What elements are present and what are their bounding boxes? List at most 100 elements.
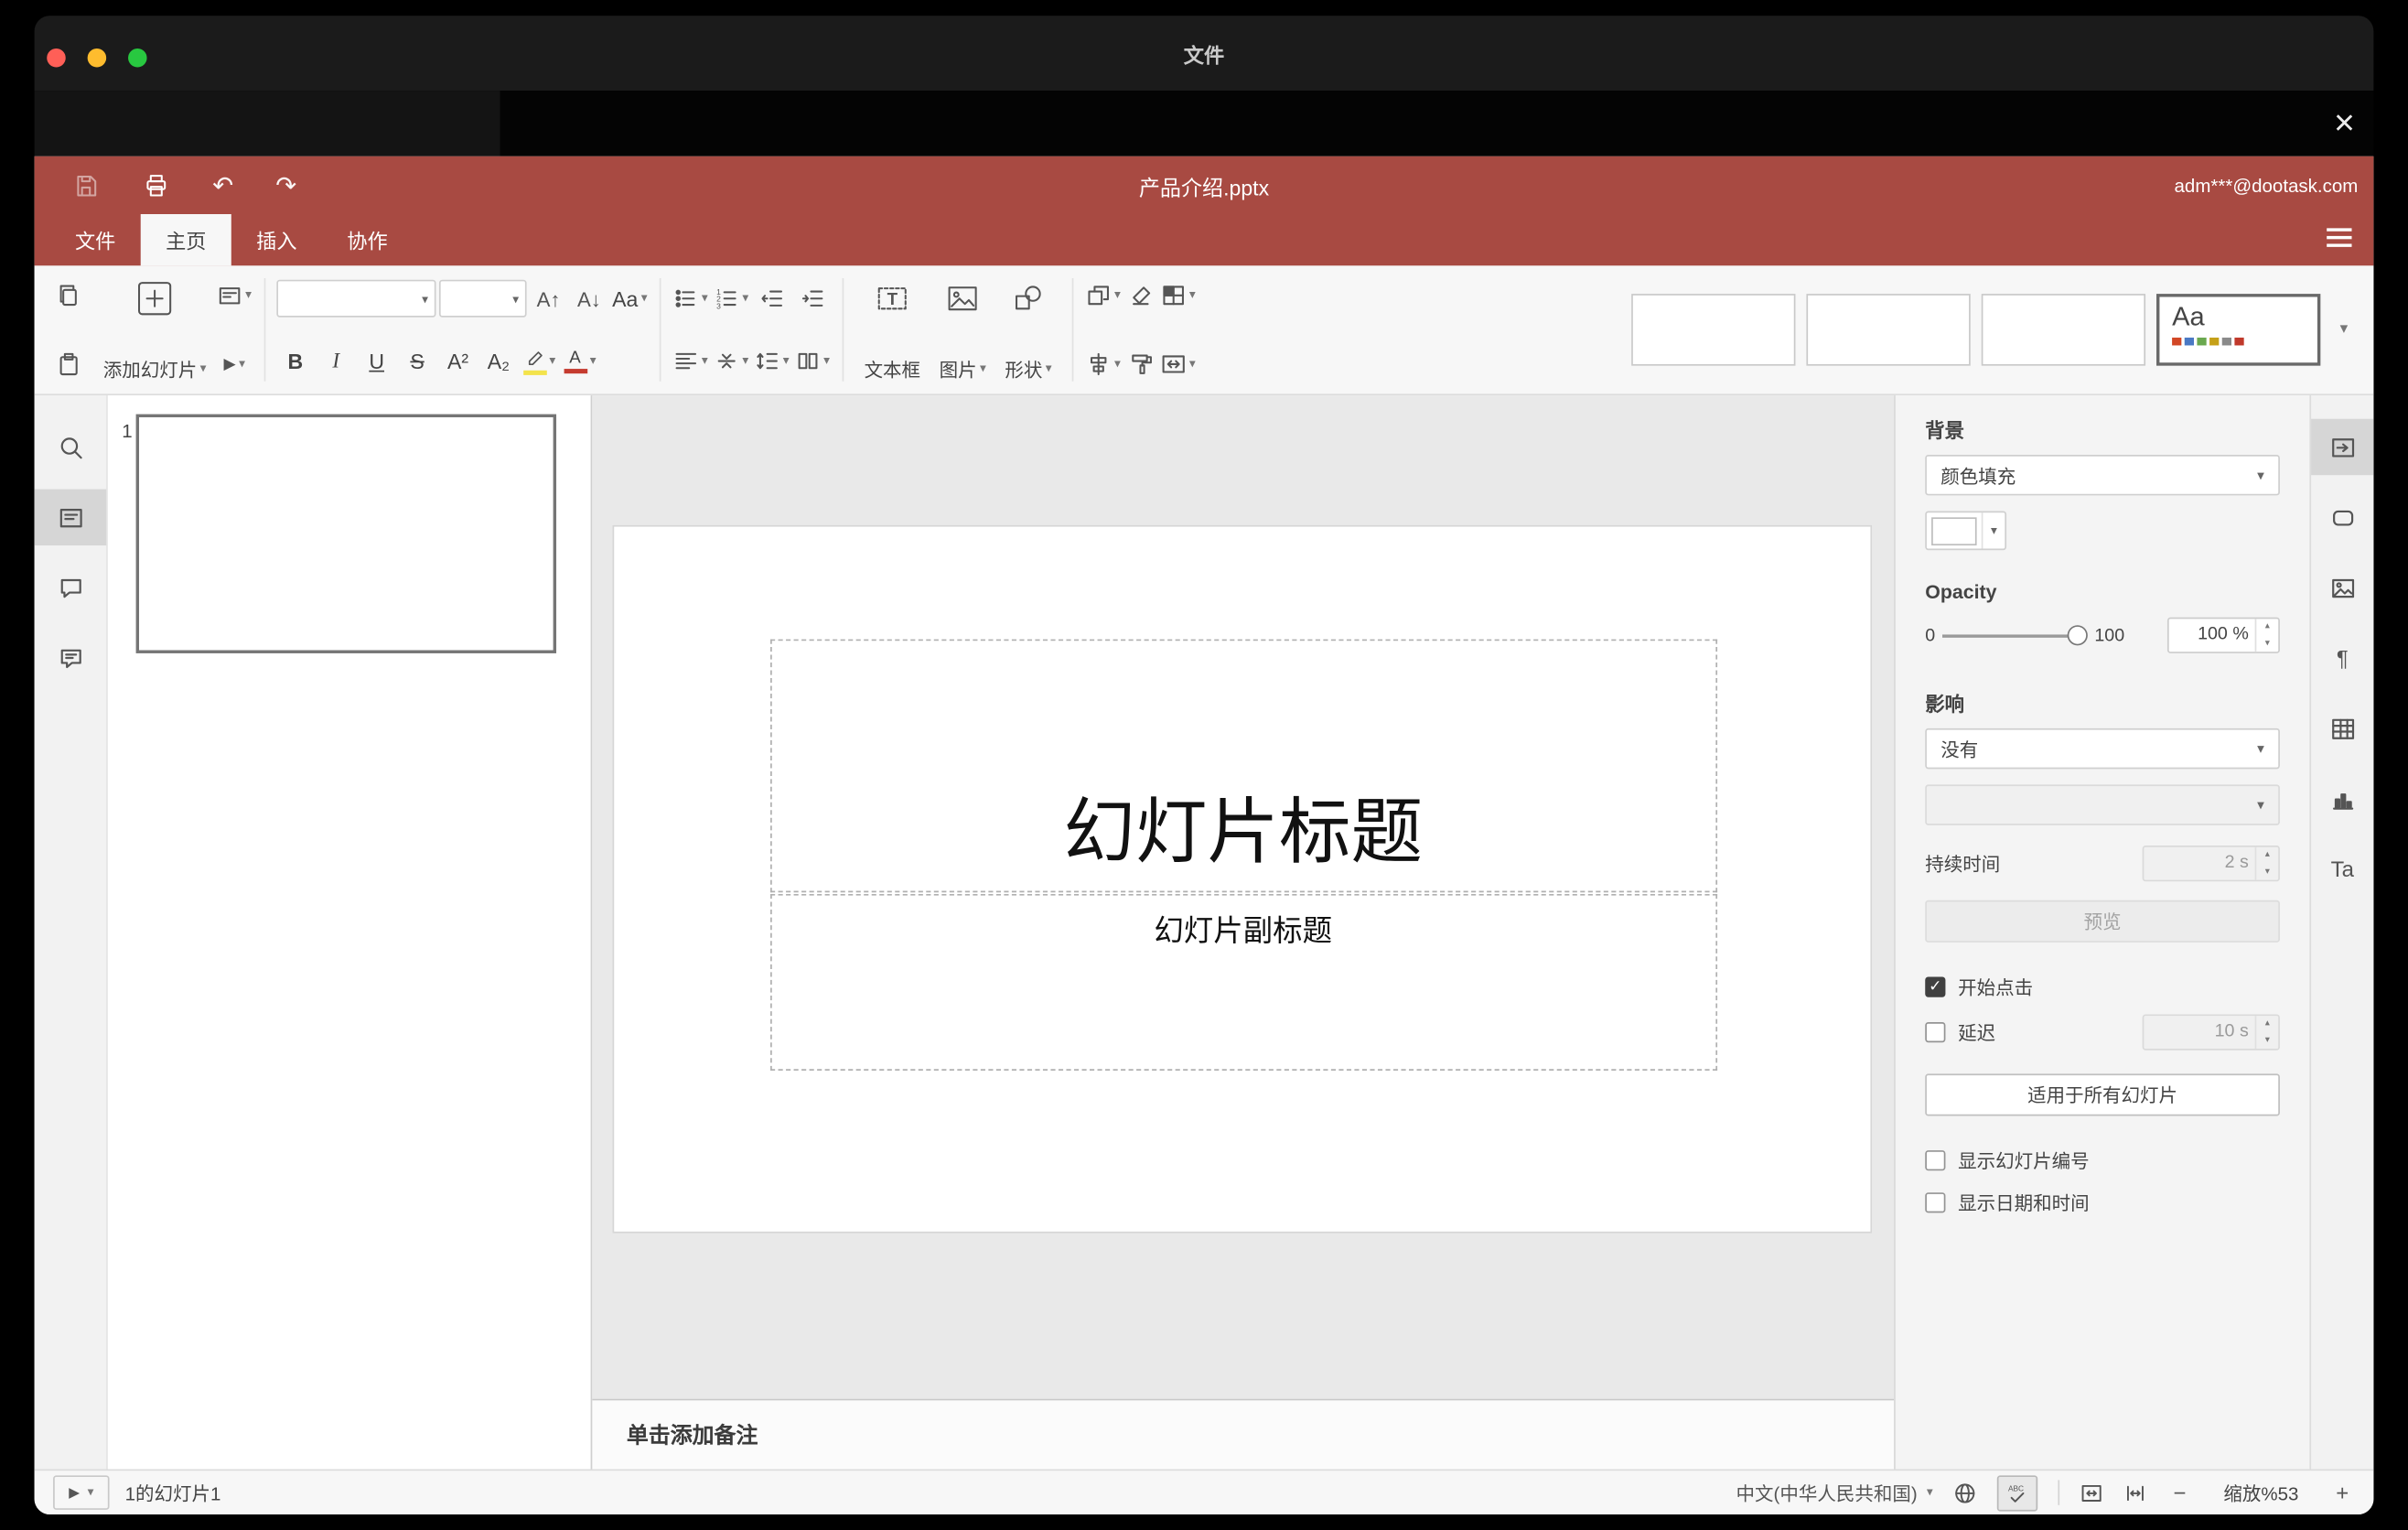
columns-button[interactable]: ▾ [794, 340, 832, 381]
slide-1-thumbnail[interactable] [135, 414, 557, 653]
document-language-icon[interactable] [1953, 1481, 1977, 1504]
increase-indent-button[interactable] [794, 278, 832, 318]
font-color-button[interactable]: A ▾ [561, 340, 598, 381]
tab-insert[interactable]: 插入 [231, 214, 322, 265]
strikethrough-button[interactable]: S [399, 340, 436, 381]
copy-style-button[interactable] [1123, 344, 1160, 384]
fit-width-icon[interactable] [2123, 1481, 2147, 1504]
transition-effect-select[interactable]: 没有 ▾ [1925, 727, 2280, 770]
tab-home[interactable]: 主页 [140, 213, 231, 266]
slide-layout-button[interactable]: ▾ [216, 275, 253, 316]
theme-thumbnail[interactable] [1631, 294, 1796, 366]
theme-thumbnail[interactable] [1806, 294, 1971, 366]
copy-button[interactable] [50, 275, 88, 316]
arrange-shapes-button[interactable]: ▾ [1085, 275, 1123, 316]
theme-thumbnail-selected[interactable]: Aa [2156, 294, 2321, 366]
slide-title-text[interactable]: 幻灯片标题 [1063, 775, 1423, 878]
opacity-slider-knob[interactable] [2068, 624, 2089, 645]
status-bar: ▶ ▾ 1的幻灯片1 中文(中华人民共和国) ▾ ABC − 缩放%53 + [34, 1469, 2374, 1515]
opacity-label: Opacity [1925, 581, 1997, 604]
comments-button[interactable] [35, 559, 107, 615]
menu-icon[interactable] [2327, 228, 2352, 247]
start-on-click-checkbox[interactable]: ✓ [1925, 976, 1946, 997]
slide-subtitle-text[interactable]: 幻灯片副标题 [1154, 908, 1332, 950]
chart-settings-button[interactable] [2311, 770, 2373, 826]
textart-settings-button[interactable]: Ta [2311, 841, 2373, 897]
decrease-font-size-button[interactable]: A↓ [570, 278, 607, 318]
align-shapes-button[interactable]: ▾ [1085, 344, 1123, 384]
italic-button[interactable]: I [317, 340, 355, 381]
show-date-time-checkbox[interactable] [1925, 1192, 1946, 1213]
apply-to-all-slides-button[interactable]: 适用于所有幻灯片 [1925, 1073, 2280, 1116]
left-toolbar [34, 395, 108, 1470]
zoom-in-button[interactable]: + [2330, 1480, 2355, 1504]
transition-variant-select[interactable]: ▾ [1925, 784, 2280, 825]
background-color-picker[interactable]: ▾ [1925, 511, 2007, 551]
paragraph-settings-button[interactable]: ¶ [2311, 630, 2373, 685]
zoom-traffic-button[interactable] [128, 48, 147, 68]
slide-thumbnails-panel: 1 [107, 395, 593, 1470]
opacity-value-input[interactable]: 100 % ▴ ▾ [2166, 617, 2280, 653]
font-name-select[interactable]: ▾ [276, 279, 436, 318]
background-fill-select[interactable]: 颜色填充 ▾ [1925, 455, 2280, 496]
spellcheck-icon[interactable]: ABC [1996, 1474, 2038, 1511]
bold-button[interactable]: B [276, 340, 314, 381]
bullet-list-button[interactable]: ▾ [672, 278, 709, 318]
opacity-spinner[interactable]: ▴ ▾ [2254, 619, 2279, 652]
zoom-out-button[interactable]: − [2167, 1480, 2192, 1504]
delay-spinner[interactable]: ▴ ▾ [2254, 1016, 2279, 1050]
numbered-list-button[interactable]: 123 ▾ [713, 278, 750, 318]
subscript-button[interactable]: A₂ [479, 340, 517, 381]
tab-collaboration[interactable]: 协作 [322, 214, 413, 265]
vertical-align-button[interactable]: ▾ [713, 340, 750, 381]
duration-input[interactable]: 2 s ▴ ▾ [2142, 846, 2280, 882]
slide-canvas-area[interactable]: 幻灯片标题 幻灯片副标题 [592, 395, 1895, 1399]
paste-button[interactable] [50, 344, 88, 384]
delay-input[interactable]: 10 s ▴ ▾ [2142, 1014, 2280, 1051]
font-size-select[interactable]: ▾ [438, 279, 527, 318]
image-settings-button[interactable] [2311, 559, 2373, 615]
minimize-traffic-button[interactable] [87, 48, 107, 68]
add-slide-button[interactable]: 添加幻灯片 ▾ [93, 275, 215, 385]
insert-shape-button[interactable]: 形状 ▾ [995, 275, 1061, 385]
language-selector[interactable]: 中文(中华人民共和国) ▾ [1736, 1480, 1933, 1506]
clear-style-button[interactable] [1123, 275, 1160, 316]
increase-font-size-button[interactable]: A↑ [530, 278, 567, 318]
preview-button[interactable]: 预览 [1925, 900, 2280, 943]
highlight-color-button[interactable]: ▾ [521, 340, 558, 381]
tab-file[interactable]: 文件 [50, 214, 141, 265]
search-button[interactable] [35, 419, 107, 475]
fit-slide-icon[interactable] [2080, 1481, 2103, 1504]
title-placeholder[interactable]: 幻灯片标题 [769, 639, 1717, 893]
slide-canvas[interactable]: 幻灯片标题 幻灯片副标题 [611, 524, 1872, 1234]
change-case-button[interactable]: Aa ▾ [611, 278, 649, 318]
line-spacing-button[interactable]: ▾ [753, 340, 790, 381]
insert-textbox-button[interactable]: T 文本框 [855, 275, 930, 385]
feedback-button[interactable] [35, 630, 107, 685]
table-settings-button[interactable] [2311, 700, 2373, 756]
underline-button[interactable]: U [358, 340, 395, 381]
shape-settings-button[interactable] [2311, 490, 2373, 545]
show-slide-number-checkbox[interactable] [1925, 1150, 1946, 1171]
color-scheme-button[interactable]: ▾ [1160, 275, 1198, 316]
start-preview-button[interactable]: ▶ ▾ [53, 1475, 110, 1510]
notes-area[interactable]: 单击添加备注 [592, 1398, 1895, 1470]
delay-checkbox[interactable] [1925, 1022, 1946, 1043]
slides-panel-button[interactable] [34, 489, 107, 546]
superscript-button[interactable]: A² [439, 340, 477, 381]
subtitle-placeholder[interactable]: 幻灯片副标题 [769, 893, 1717, 1071]
more-themes-button[interactable]: ▾ [2340, 321, 2349, 338]
close-icon[interactable]: × [2334, 99, 2355, 145]
close-traffic-button[interactable] [47, 48, 66, 68]
divider [659, 278, 661, 382]
start-slideshow-button[interactable]: ▶ ▾ [216, 344, 253, 384]
slide-size-button[interactable]: ▾ [1160, 344, 1198, 384]
horizontal-align-button[interactable]: ▾ [672, 340, 709, 381]
decrease-indent-button[interactable] [753, 278, 790, 318]
insert-image-button[interactable]: 图片 ▾ [930, 275, 995, 385]
slide-settings-button[interactable] [2311, 418, 2374, 476]
opacity-slider[interactable] [1942, 624, 2089, 646]
font-color-bar [563, 368, 587, 373]
theme-thumbnail[interactable] [1981, 294, 2146, 366]
duration-spinner[interactable]: ▴ ▾ [2254, 846, 2279, 880]
